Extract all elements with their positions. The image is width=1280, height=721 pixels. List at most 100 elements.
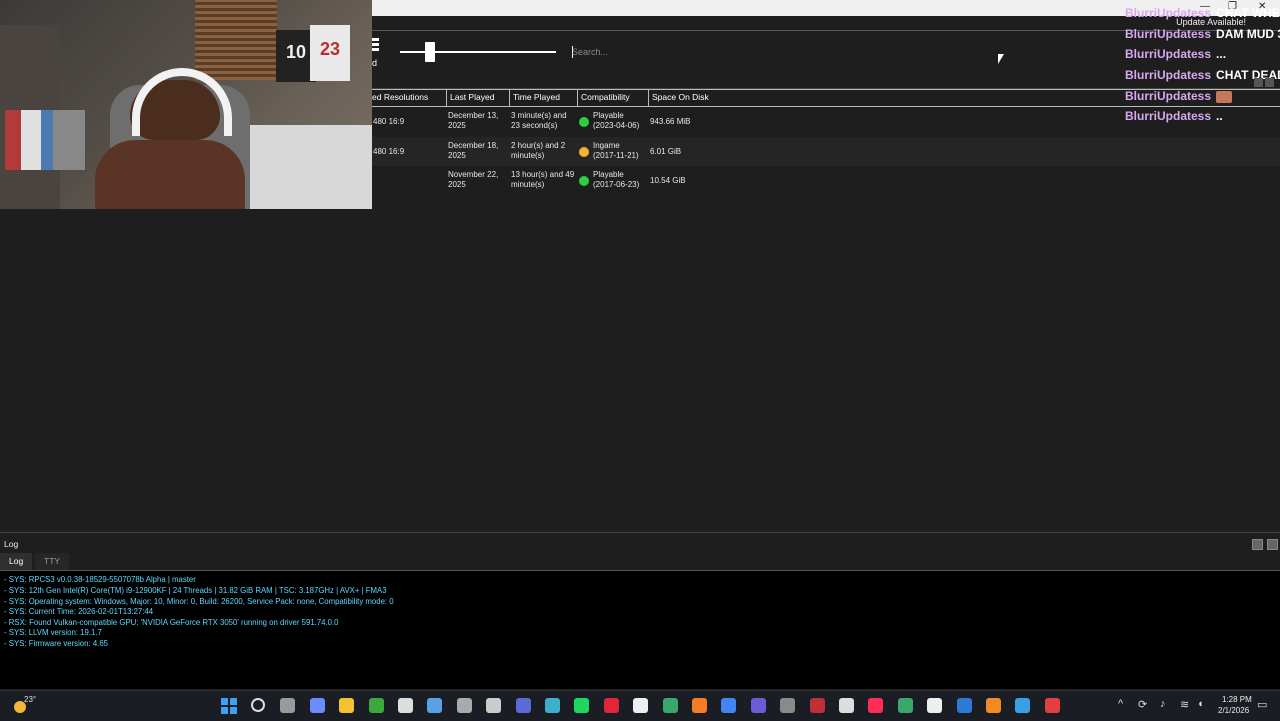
microphone-icon[interactable]: ♪ bbox=[1160, 698, 1166, 710]
column-header-time-played[interactable]: Time Played bbox=[509, 90, 577, 106]
cell-compatibility: Ingame (2017-11-21) bbox=[593, 141, 639, 161]
epic-games-icon[interactable] bbox=[398, 698, 413, 713]
clock-time[interactable]: 1:28 PM bbox=[1222, 695, 1252, 704]
capcut-icon[interactable] bbox=[633, 698, 648, 713]
log-line: - SYS: Current Time: 2026-02-01T13:27:44 bbox=[4, 607, 154, 616]
rpcs3-icon[interactable] bbox=[751, 698, 766, 713]
settings-icon[interactable] bbox=[486, 698, 501, 713]
log-line: - SYS: Operating system: Windows, Major:… bbox=[4, 597, 394, 606]
app-icon[interactable] bbox=[1015, 698, 1030, 713]
app-icon[interactable] bbox=[957, 698, 972, 713]
sync-icon[interactable]: ⟳ bbox=[1138, 698, 1147, 711]
app-icon[interactable] bbox=[780, 698, 795, 713]
webcam-overlay: 10 23 bbox=[0, 0, 372, 209]
compat-status-dot bbox=[579, 117, 589, 127]
log-tabs: Log TTY bbox=[0, 553, 1280, 570]
log-panel-titlebar: Log bbox=[0, 532, 1280, 555]
app-icon[interactable] bbox=[516, 698, 531, 713]
tab-tty[interactable]: TTY bbox=[35, 553, 70, 570]
overlay-close-icon[interactable] bbox=[1265, 78, 1274, 87]
overlay-float-icon[interactable] bbox=[1254, 78, 1263, 87]
volume-icon[interactable]: ◖ bbox=[1197, 698, 1204, 710]
chat-message: BlurriUpdatess DAM MUD 3 bbox=[1125, 27, 1280, 48]
tiktok-icon[interactable] bbox=[868, 698, 883, 713]
chat-text: .. bbox=[1216, 109, 1223, 124]
tab-log[interactable]: Log bbox=[0, 553, 33, 570]
emote-icon bbox=[1216, 90, 1233, 103]
chat-username: BlurriUpdatess bbox=[1125, 47, 1212, 62]
cell-text: December 13, bbox=[448, 111, 499, 120]
chat-username: BlurriUpdatess bbox=[1125, 109, 1212, 124]
file-explorer-icon[interactable] bbox=[339, 698, 354, 713]
cell-text: November 22, bbox=[448, 170, 499, 179]
task-view-icon[interactable] bbox=[280, 698, 295, 713]
cell-text: minute(s) bbox=[511, 180, 545, 189]
column-header-resolutions[interactable]: ed Resolutions bbox=[369, 90, 446, 106]
icon-size-slider[interactable] bbox=[400, 42, 556, 62]
undock-icon[interactable] bbox=[1252, 539, 1263, 550]
app-icon[interactable] bbox=[927, 698, 942, 713]
compat-status-dot bbox=[579, 176, 589, 186]
close-panel-icon[interactable] bbox=[1267, 539, 1278, 550]
cell-text: 23 second(s) bbox=[511, 121, 558, 130]
chat-username: BlurriUpdatess bbox=[1125, 88, 1212, 103]
chat-message: BlurriUpdatess... bbox=[1125, 47, 1280, 68]
log-output[interactable]: - SYS: RPCS3 v0.0.38-18529-5507078b Alph… bbox=[0, 570, 1280, 689]
log-line: - SYS: RPCS3 v0.0.38-18529-5507078b Alph… bbox=[4, 575, 196, 584]
cell-time-played: 13 hour(s) and 49 minute(s) bbox=[511, 170, 574, 190]
slider-thumb[interactable] bbox=[425, 42, 435, 62]
chevron-up-icon[interactable]: ^ bbox=[1118, 698, 1123, 710]
search-input[interactable] bbox=[572, 44, 992, 60]
log-line: - SYS: 12th Gen Intel(R) Core(TM) i9-129… bbox=[4, 586, 387, 595]
firefox-icon[interactable] bbox=[692, 698, 707, 713]
chrome-icon[interactable] bbox=[721, 698, 736, 713]
cell-text: 2025 bbox=[448, 121, 466, 130]
update-available-label[interactable]: Update Available! bbox=[1176, 17, 1246, 27]
cell-space-on-disk: 10.54 GiB bbox=[650, 176, 686, 185]
app-icon[interactable] bbox=[810, 698, 825, 713]
spotify-icon[interactable] bbox=[574, 698, 589, 713]
edge-icon[interactable] bbox=[545, 698, 560, 713]
chat-message: BlurriUpdatess.. bbox=[1125, 109, 1280, 130]
taskbar: 23° ^ ⟳ ♪ ≋ ◖ 1:28 PM 2/1/2026 ▭ bbox=[0, 690, 1280, 721]
jersey-number: 10 bbox=[286, 42, 307, 62]
cell-compatibility: Playable (2017-06-23) bbox=[593, 170, 639, 190]
cell-text: December 18, bbox=[448, 141, 499, 150]
log-line: - SYS: Firmware version: 4.65 bbox=[4, 639, 108, 648]
steam-icon[interactable] bbox=[427, 698, 442, 713]
chat-text: DAM MUD 3 bbox=[1216, 26, 1280, 41]
opera-icon[interactable] bbox=[604, 698, 619, 713]
desk-clutter-shape bbox=[5, 110, 85, 170]
column-header-last-played[interactable]: Last Played bbox=[446, 90, 509, 106]
cell-text: 2025 bbox=[448, 180, 466, 189]
log-line: - RSX: Found Vulkan-compatible GPU: 'NVI… bbox=[4, 618, 339, 627]
cell-last-played: December 13, 2025 bbox=[448, 111, 498, 131]
grid-view-label: d bbox=[372, 58, 378, 68]
chat-username: BlurriUpdatess bbox=[1125, 68, 1212, 83]
cell-text: 13 hour(s) and 49 bbox=[511, 170, 575, 179]
app-icon[interactable] bbox=[898, 698, 913, 713]
compat-status-dot bbox=[579, 147, 589, 157]
start-icon[interactable] bbox=[221, 698, 237, 714]
slider-track[interactable] bbox=[400, 51, 556, 53]
xbox-icon[interactable] bbox=[369, 698, 384, 713]
copilot-icon[interactable] bbox=[310, 698, 325, 713]
app-icon[interactable] bbox=[1045, 698, 1060, 713]
grid-view-icon[interactable] bbox=[372, 38, 382, 52]
cell-compatibility: Playable (2023-04-06) bbox=[593, 111, 639, 131]
cell-last-played: November 22, 2025 bbox=[448, 170, 498, 190]
chat-username: BlurriUpdatess bbox=[1125, 26, 1212, 41]
clock-date[interactable]: 2/1/2026 bbox=[1218, 706, 1249, 715]
wifi-icon[interactable]: ≋ bbox=[1180, 698, 1189, 711]
cell-text: (2023-04-06) bbox=[593, 121, 640, 130]
search-icon[interactable] bbox=[251, 698, 265, 712]
app-icon[interactable] bbox=[663, 698, 678, 713]
notification-icon[interactable]: ▭ bbox=[1257, 698, 1267, 711]
app-icon[interactable] bbox=[986, 698, 1001, 713]
app-icon[interactable] bbox=[839, 698, 854, 713]
bed-shape bbox=[240, 125, 372, 209]
column-header-compatibility[interactable]: Compatibility bbox=[577, 90, 648, 106]
obs-icon[interactable] bbox=[457, 698, 472, 713]
weather-temp: 23° bbox=[24, 695, 37, 704]
cell-text: Playable bbox=[593, 170, 624, 179]
